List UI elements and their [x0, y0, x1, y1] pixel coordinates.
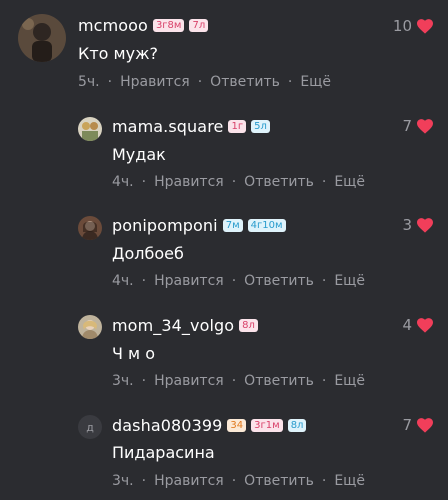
age-badge: 3г1м [251, 419, 283, 432]
comment-actions: 4ч. · Нравится · Ответить · Ещё [112, 174, 365, 190]
separator: · [231, 473, 237, 489]
timestamp: 5ч. [78, 74, 100, 90]
avatar[interactable] [18, 14, 66, 62]
age-badge: 7л [189, 19, 209, 32]
heart-icon[interactable] [416, 118, 434, 134]
more-button[interactable]: Ещё [334, 273, 365, 289]
like-button[interactable]: Нравится [154, 373, 224, 389]
reply-button[interactable]: Ответить [244, 174, 314, 190]
like-counter[interactable]: 7 [402, 117, 434, 135]
like-count: 7 [402, 416, 412, 434]
reply-button[interactable]: Ответить [244, 473, 314, 489]
reply-button[interactable]: Ответить [210, 74, 280, 90]
like-count: 3 [402, 216, 412, 234]
comment-text: Долбоеб [112, 244, 184, 263]
like-counter[interactable]: 10 [393, 17, 434, 35]
comment-actions: 5ч. · Нравится · Ответить · Ещё [78, 74, 331, 90]
more-button[interactable]: Ещё [334, 373, 365, 389]
avatar-letter: д [86, 420, 94, 434]
like-button[interactable]: Нравится [120, 74, 190, 90]
like-count: 10 [392, 17, 412, 35]
separator: · [321, 473, 327, 489]
username[interactable]: mom_34_volgo [112, 316, 234, 335]
like-button[interactable]: Нравится [154, 273, 224, 289]
age-badge: 3г8м [152, 19, 185, 32]
avatar[interactable]: д [78, 415, 102, 439]
age-badge: 5л [251, 120, 270, 133]
like-button[interactable]: Нравится [154, 473, 224, 489]
timestamp: 4ч. [112, 174, 134, 190]
age-badge: 34 [227, 419, 247, 432]
heart-icon[interactable] [416, 317, 434, 333]
age-badge: 4г10м [247, 219, 286, 232]
comment-text: Кто муж? [78, 44, 158, 63]
separator: · [141, 373, 147, 389]
timestamp: 3ч. [112, 473, 134, 489]
like-counter[interactable]: 4 [402, 316, 434, 334]
heart-icon[interactable] [416, 217, 434, 233]
comment-text: Пидарасина [112, 443, 215, 462]
comment-text: Ч м о [112, 344, 155, 363]
comment-header: dasha080399 34 3г1м 8л [112, 416, 307, 435]
age-badge: 8л [287, 419, 307, 432]
comment-header: ponipomponi 7м 4г10м [112, 216, 286, 235]
like-counter[interactable]: 3 [402, 216, 434, 234]
like-counter[interactable]: 7 [402, 416, 434, 434]
comment-header: mama.square 1г 5л [112, 117, 270, 136]
comment-header: mom_34_volgo 8л [112, 316, 258, 335]
comment-header: mcmooo 3г8м 7л [78, 16, 209, 35]
separator: · [231, 273, 237, 289]
more-button[interactable]: Ещё [334, 174, 365, 190]
separator: · [141, 473, 147, 489]
comment-actions: 3ч. · Нравится · Ответить · Ещё [112, 473, 365, 489]
separator: · [321, 373, 327, 389]
comment-actions: 4ч. · Нравится · Ответить · Ещё [112, 273, 365, 289]
comment-text: Мудак [112, 145, 166, 164]
avatar[interactable] [78, 117, 102, 141]
more-button[interactable]: Ещё [300, 74, 331, 90]
avatar[interactable] [78, 315, 102, 339]
username[interactable]: ponipomponi [112, 216, 218, 235]
reply-button[interactable]: Ответить [244, 273, 314, 289]
age-badge: 7м [222, 219, 243, 232]
age-badge: 1г [228, 120, 247, 133]
like-button[interactable]: Нравится [154, 174, 224, 190]
more-button[interactable]: Ещё [334, 473, 365, 489]
username[interactable]: mama.square [112, 117, 223, 136]
username[interactable]: dasha080399 [112, 416, 222, 435]
like-count: 7 [402, 117, 412, 135]
separator: · [231, 373, 237, 389]
heart-icon[interactable] [416, 417, 434, 433]
reply-button[interactable]: Ответить [244, 373, 314, 389]
like-count: 4 [402, 316, 412, 334]
separator: · [141, 273, 147, 289]
separator: · [321, 174, 327, 190]
username[interactable]: mcmooo [78, 16, 148, 35]
avatar[interactable] [78, 216, 102, 240]
heart-icon[interactable] [416, 18, 434, 34]
comment-actions: 3ч. · Нравится · Ответить · Ещё [112, 373, 365, 389]
separator: · [321, 273, 327, 289]
separator: · [107, 74, 113, 90]
separator: · [231, 174, 237, 190]
separator: · [197, 74, 203, 90]
age-badge: 8л [239, 319, 258, 332]
separator: · [141, 174, 147, 190]
timestamp: 3ч. [112, 373, 134, 389]
separator: · [287, 74, 293, 90]
timestamp: 4ч. [112, 273, 134, 289]
